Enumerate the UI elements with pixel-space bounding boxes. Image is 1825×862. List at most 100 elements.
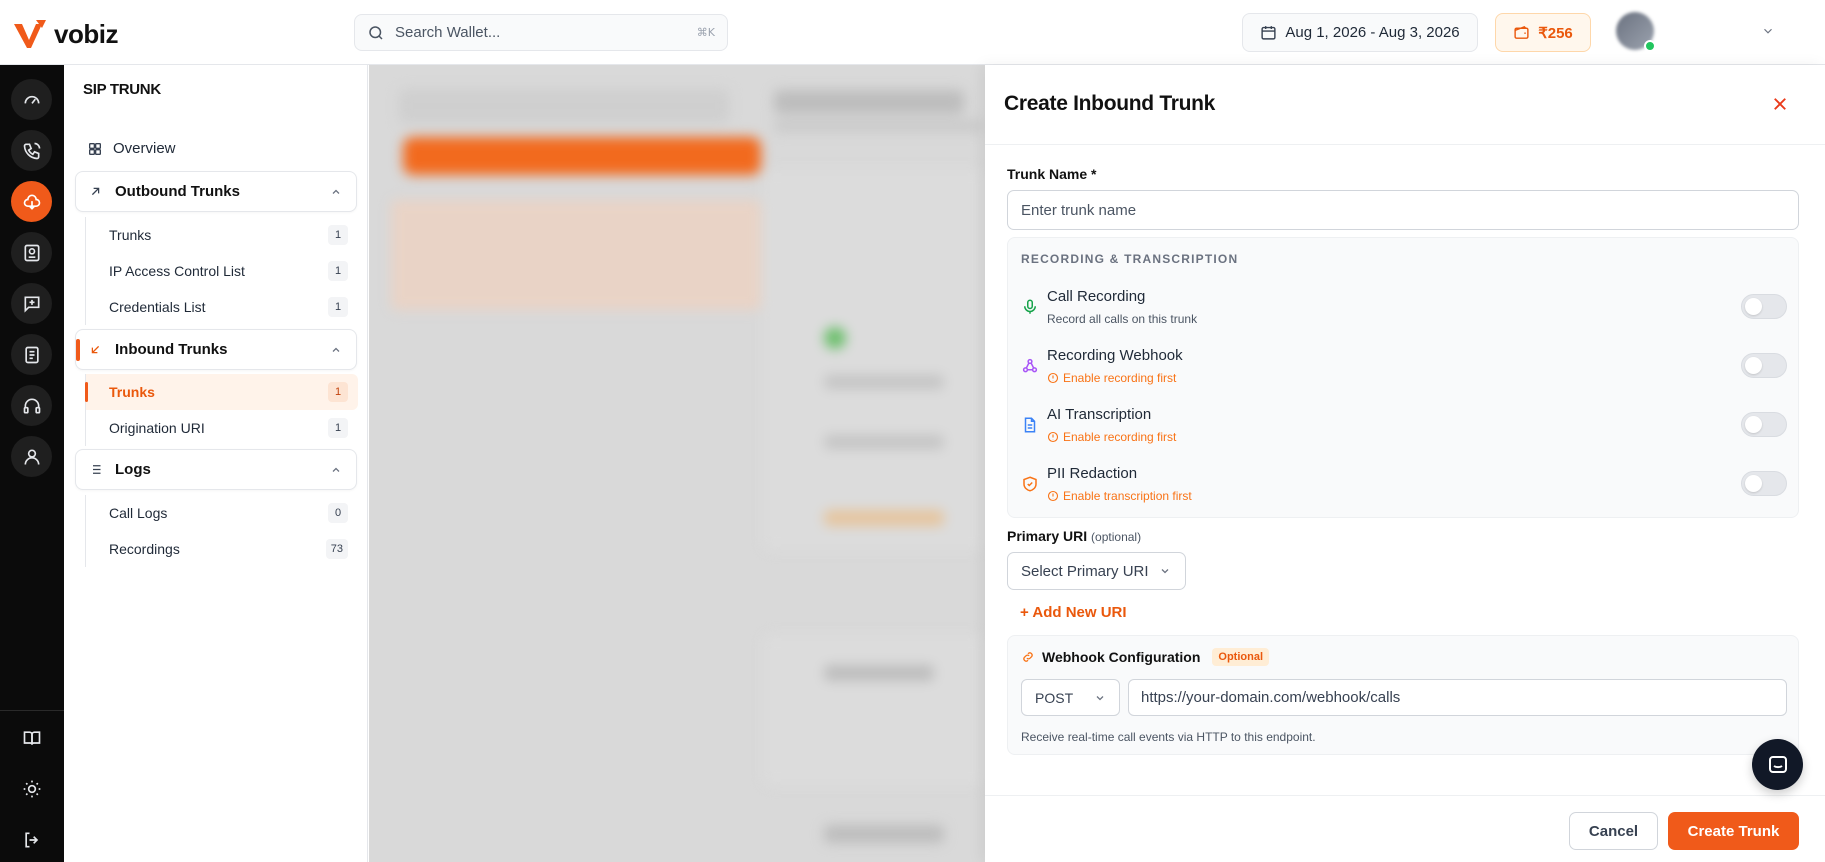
sun-icon xyxy=(23,780,40,797)
sidebar-item-origination-uri[interactable]: Origination URI 1 xyxy=(86,410,358,446)
sidebar-item-label: Overview xyxy=(113,140,176,157)
close-icon xyxy=(1774,98,1786,110)
rail-contacts-button[interactable] xyxy=(11,232,52,273)
search-input[interactable] xyxy=(395,24,697,41)
alert-circle-icon xyxy=(1047,490,1059,502)
webhook-header: Webhook Configuration Optional xyxy=(1021,648,1269,666)
add-new-uri-link[interactable]: + Add New URI xyxy=(1020,604,1127,621)
brand-name: vobiz xyxy=(54,18,118,49)
primary-uri-select[interactable]: Select Primary URI xyxy=(1007,552,1186,590)
rail-dashboard-button[interactable] xyxy=(11,79,52,120)
sidebar-section-title: SIP TRUNK xyxy=(83,81,161,98)
rail-logout-button[interactable] xyxy=(11,819,52,860)
blurred-page-backdrop xyxy=(369,65,985,862)
outbound-sub-list: Trunks 1 IP Access Control List 1 Credenti… xyxy=(85,217,358,325)
create-inbound-trunk-drawer: Create Inbound Trunk Trunk Name * RECORD… xyxy=(985,65,1825,862)
cancel-button[interactable]: Cancel xyxy=(1569,812,1658,850)
alert-circle-icon xyxy=(1047,372,1059,384)
trunk-name-input[interactable] xyxy=(1007,190,1799,230)
recording-webhook-toggle[interactable] xyxy=(1741,353,1787,378)
sidebar-item-label: Recordings xyxy=(109,541,180,557)
sidebar-group-inbound-trunks[interactable]: Inbound Trunks xyxy=(75,329,357,370)
webhook-configuration-panel: Webhook Configuration Optional POST Rece… xyxy=(1007,635,1799,755)
microphone-icon xyxy=(1024,299,1036,314)
count-badge: 1 xyxy=(328,382,348,402)
sidebar-group-outbound-trunks[interactable]: Outbound Trunks xyxy=(75,171,357,212)
user-info-blurred xyxy=(1664,15,1737,47)
optional-hint: (optional) xyxy=(1091,530,1142,544)
icon-rail xyxy=(0,65,64,862)
logs-sub-list: Call Logs 0 Recordings 73 xyxy=(85,495,358,567)
billing-icon xyxy=(24,346,39,363)
drawer-footer: Cancel Create Trunk xyxy=(985,795,1825,862)
rail-calls-button[interactable] xyxy=(11,130,52,171)
warning-text: Enable recording first xyxy=(1063,371,1177,385)
calendar-icon xyxy=(1261,26,1276,40)
contact-card-icon xyxy=(24,244,39,261)
chevron-up-icon xyxy=(332,467,340,472)
call-recording-toggle[interactable] xyxy=(1741,294,1787,319)
link-icon xyxy=(1023,652,1033,662)
group-label: Inbound Trunks xyxy=(115,341,228,358)
group-label: Logs xyxy=(115,461,151,478)
sidebar-item-label: Credentials List xyxy=(109,299,206,315)
sidebar-item-label: Origination URI xyxy=(109,420,205,436)
wallet-balance-button[interactable]: ₹256 xyxy=(1495,13,1591,52)
chevron-down-icon xyxy=(1096,695,1104,700)
webhook-title: Webhook Configuration xyxy=(1042,649,1201,665)
option-recording-webhook: Recording Webhook Enable recording first xyxy=(1021,347,1787,397)
webhook-url-input[interactable] xyxy=(1128,679,1787,716)
sidebar-item-outbound-trunks[interactable]: Trunks 1 xyxy=(86,217,358,253)
rail-support-button[interactable] xyxy=(11,385,52,426)
chat-icon xyxy=(1768,755,1787,773)
option-warning: Enable recording first xyxy=(1047,371,1176,385)
sidebar-item-recordings[interactable]: Recordings 73 xyxy=(86,531,358,567)
brand-logo[interactable]: vobiz xyxy=(12,18,118,50)
chevron-up-icon xyxy=(332,347,340,352)
sidebar-item-overview[interactable]: Overview xyxy=(87,140,176,157)
create-trunk-button[interactable]: Create Trunk xyxy=(1668,812,1799,850)
sidebar-item-call-logs[interactable]: Call Logs 0 xyxy=(86,495,358,531)
option-warning: Enable recording first xyxy=(1047,430,1176,444)
trunk-name-label: Trunk Name * xyxy=(1007,166,1097,182)
warning-text: Enable recording first xyxy=(1063,430,1177,444)
http-method-select[interactable]: POST xyxy=(1021,679,1120,716)
option-label: AI Transcription xyxy=(1047,406,1152,423)
phone-icon xyxy=(23,142,40,159)
count-badge: 0 xyxy=(328,503,348,523)
logo-mark-icon xyxy=(14,20,46,48)
webhook-icon xyxy=(1022,358,1038,373)
rail-profile-button[interactable] xyxy=(11,436,52,477)
chevron-down-icon xyxy=(1764,28,1773,34)
dashboard-icon xyxy=(24,95,39,104)
user-menu[interactable] xyxy=(1616,12,1775,50)
warning-text: Enable transcription first xyxy=(1063,489,1192,503)
message-plus-icon xyxy=(24,296,39,313)
sidebar-item-inbound-trunks[interactable]: Trunks 1 xyxy=(85,374,358,410)
count-badge: 1 xyxy=(328,297,348,317)
select-value: Select Primary URI xyxy=(1021,562,1149,580)
sidebar-group-logs[interactable]: Logs xyxy=(75,449,357,490)
rail-messages-button[interactable] xyxy=(11,283,52,324)
ai-transcription-toggle[interactable] xyxy=(1741,412,1787,437)
select-value: POST xyxy=(1035,689,1074,706)
rail-docs-button[interactable] xyxy=(11,717,52,758)
list-icon xyxy=(90,465,101,474)
count-badge: 1 xyxy=(328,261,348,281)
sidebar-item-credentials-list[interactable]: Credentials List 1 xyxy=(86,289,358,325)
search-bar[interactable]: ⌘K xyxy=(354,14,728,51)
rail-theme-button[interactable] xyxy=(11,768,52,809)
chevron-up-icon xyxy=(332,189,340,194)
pii-redaction-toggle[interactable] xyxy=(1741,471,1787,496)
option-warning: Enable transcription first xyxy=(1047,489,1192,503)
panel-title: RECORDING & TRANSCRIPTION xyxy=(1021,252,1239,266)
headset-icon xyxy=(23,398,40,413)
rail-billing-button[interactable] xyxy=(11,334,52,375)
chat-support-button[interactable] xyxy=(1752,739,1803,790)
rail-sip-trunk-button[interactable] xyxy=(11,181,52,222)
date-range-button[interactable]: Aug 1, 2026 - Aug 3, 2026 xyxy=(1242,13,1478,52)
active-group-marker xyxy=(76,339,80,361)
wallet-icon xyxy=(1514,26,1529,39)
close-button[interactable] xyxy=(1769,93,1791,115)
sidebar-item-ip-acl[interactable]: IP Access Control List 1 xyxy=(86,253,358,289)
